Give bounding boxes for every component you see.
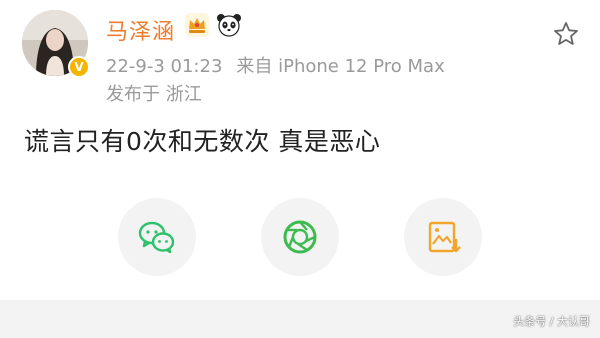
star-outline-icon[interactable] bbox=[552, 20, 580, 48]
post-source: 来自 iPhone 12 Pro Max bbox=[236, 56, 445, 77]
post-date: 22-9-3 01:23 bbox=[106, 56, 223, 77]
moments-aperture-icon bbox=[283, 220, 317, 254]
post-meta: 22-9-3 01:23 来自 iPhone 12 Pro Max bbox=[106, 52, 445, 78]
verified-v-icon: V bbox=[68, 56, 90, 78]
post-text: 谎言只有0次和无数次 真是恶心 bbox=[24, 127, 381, 156]
watermark: 头条号 / 大认哥 bbox=[513, 315, 590, 328]
share-moments-button[interactable] bbox=[261, 198, 339, 276]
share-wechat-button[interactable] bbox=[118, 198, 196, 276]
wechat-icon bbox=[138, 221, 175, 254]
panda-icon[interactable] bbox=[216, 12, 242, 38]
post-location: 发布于 浙江 bbox=[106, 84, 202, 105]
crown-badge-icon[interactable] bbox=[184, 12, 210, 38]
save-image-button[interactable] bbox=[404, 198, 482, 276]
footer-divider-band bbox=[0, 300, 600, 338]
avatar[interactable]: V bbox=[22, 10, 90, 78]
weibo-post-card: V 马泽涵 22-9-3 01:23 来自 iPhone 12 Pro Max 发… bbox=[0, 0, 600, 338]
save-image-icon bbox=[428, 221, 461, 253]
username[interactable]: 马泽涵 bbox=[106, 14, 175, 46]
